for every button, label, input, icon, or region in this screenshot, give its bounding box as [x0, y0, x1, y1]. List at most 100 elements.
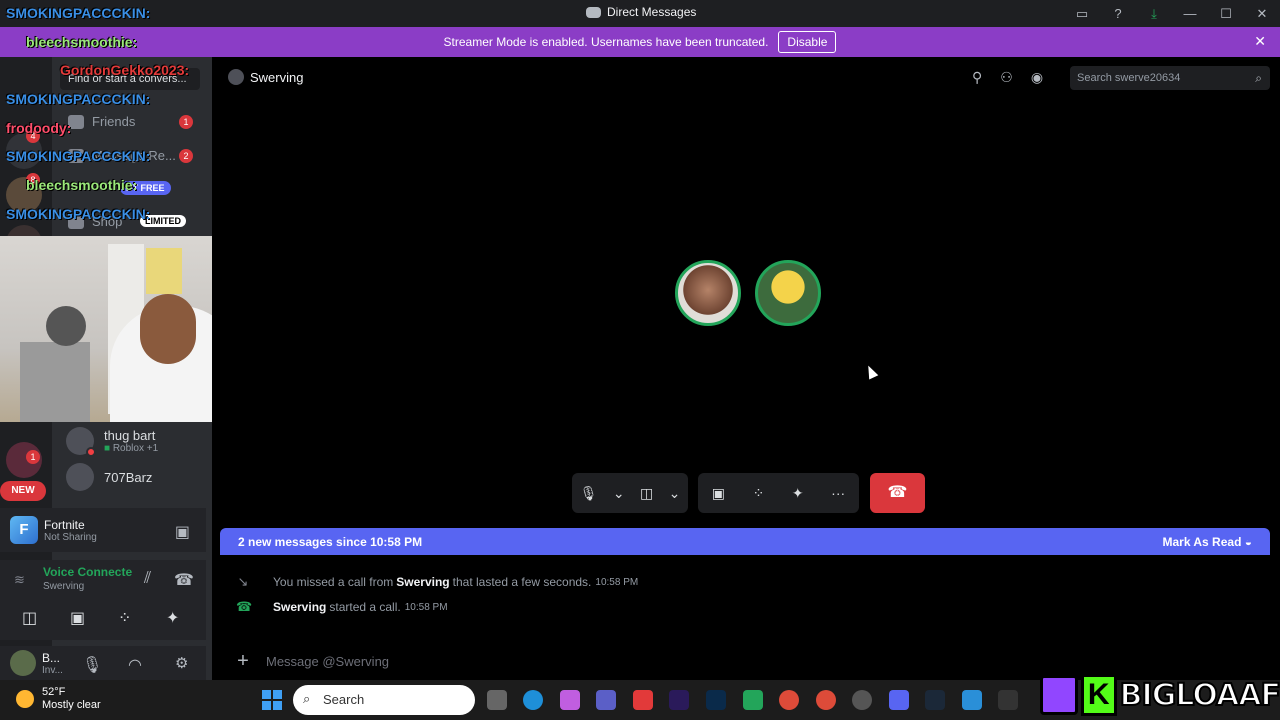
- microphone-icon[interactable]: 🎙︎: [580, 485, 598, 502]
- chevron-down-icon[interactable]: ⌄: [669, 485, 681, 502]
- noise-suppression-icon[interactable]: ⫽: [144, 570, 151, 588]
- call-controls-extra: ▣ ⁘ ✦ ···: [698, 473, 859, 513]
- dm-search-input[interactable]: Search swerve20634 ⌕: [1070, 66, 1270, 90]
- disable-streamer-mode-button[interactable]: Disable: [778, 31, 837, 53]
- share-screen-icon[interactable]: ▣: [175, 522, 190, 542]
- message-input[interactable]: [266, 653, 866, 669]
- weather-icon: [16, 690, 34, 708]
- search-icon: ⌕: [1255, 71, 1262, 85]
- stream-brand-name: BIGLOAAF: [1119, 677, 1280, 714]
- weather-widget[interactable]: 52°F Mostly clear: [16, 686, 101, 712]
- premiere-icon[interactable]: [669, 690, 689, 710]
- search-icon: ⌕: [303, 691, 311, 706]
- activity-game: Fortnite: [44, 517, 85, 532]
- new-messages-text: 2 new messages since 10:58 PM: [238, 534, 423, 549]
- file-explorer-icon[interactable]: [487, 690, 507, 710]
- discord-icon: [586, 6, 601, 18]
- chrome-icon[interactable]: [816, 690, 836, 710]
- settings-gear-icon[interactable]: ⚙: [175, 654, 188, 672]
- soundboard-icon[interactable]: ✦: [166, 608, 179, 628]
- steam-icon[interactable]: [925, 690, 945, 710]
- camera-off-icon[interactable]: ◫: [640, 485, 653, 502]
- close-window-button[interactable]: ✕: [1244, 6, 1280, 22]
- avatar[interactable]: [10, 650, 36, 676]
- app-icon[interactable]: [743, 690, 763, 710]
- disconnect-icon[interactable]: ☎: [174, 570, 194, 590]
- camera-off-icon[interactable]: ◫: [22, 608, 37, 628]
- message-timestamp: 10:58 PM: [595, 576, 639, 588]
- message-author[interactable]: Swerving: [273, 600, 326, 614]
- message-text: started a call.: [329, 600, 401, 614]
- gamepad-icon: ■: [104, 443, 113, 454]
- fortnite-icon: F: [10, 516, 38, 544]
- taskbar-search-label: Search: [323, 692, 365, 707]
- fortnite-icon[interactable]: [962, 690, 982, 710]
- add-friends-icon[interactable]: ⚇: [1000, 69, 1013, 86]
- call-participant-avatar[interactable]: [675, 260, 741, 326]
- message-text: that lasted a few seconds.: [452, 575, 592, 589]
- photoshop-icon[interactable]: [706, 690, 726, 710]
- avatar: [66, 427, 96, 457]
- message-author[interactable]: Swerving: [396, 575, 449, 589]
- help-icon[interactable]: ?: [1100, 6, 1136, 21]
- edge-icon[interactable]: [523, 690, 543, 710]
- screen-share-icon[interactable]: ▣: [70, 608, 85, 628]
- dm-item[interactable]: 707Barz: [66, 463, 152, 491]
- signal-icon[interactable]: ≋: [14, 572, 25, 588]
- windows-start-icon[interactable]: [262, 690, 282, 710]
- copilot-icon[interactable]: [560, 690, 580, 710]
- dm-header-name[interactable]: Swerving: [250, 70, 303, 85]
- teams-icon[interactable]: [596, 690, 616, 710]
- overlay-chat-name: SMOKINGPACCCKIN:: [6, 148, 151, 164]
- mark-as-read-button[interactable]: Mark As Read ◒: [1162, 535, 1252, 549]
- microphone-icon[interactable]: 🎙︎: [82, 655, 102, 675]
- title-bar: Direct Messages ▭ ? ⤓ — ☐ ✕: [0, 0, 1280, 27]
- chevron-down-icon[interactable]: ⌄: [613, 485, 625, 502]
- discord-icon[interactable]: [889, 690, 909, 710]
- new-pill[interactable]: NEW: [0, 481, 46, 501]
- voice-channel-name[interactable]: Swerving: [43, 581, 84, 592]
- app-icon[interactable]: [852, 690, 872, 710]
- activities-icon[interactable]: ⁘: [753, 485, 765, 502]
- mark-as-read-label: Mark As Read: [1162, 534, 1242, 549]
- sidebar-item-friends[interactable]: Friends: [68, 114, 135, 129]
- user-profile-icon[interactable]: ◉: [1031, 69, 1043, 86]
- mark-read-icon: ◒: [1244, 534, 1252, 549]
- epic-games-icon[interactable]: [998, 690, 1018, 710]
- taskbar-search[interactable]: ⌕ Search: [293, 685, 475, 715]
- dm-item[interactable]: thug bart ■ Roblox +1: [66, 427, 159, 457]
- webcam-poster: [146, 248, 182, 294]
- voice-panel: ≋ Voice Connecte Swerving ⫽ ☎ ◫ ▣ ⁘ ✦: [0, 560, 206, 640]
- chrome-icon[interactable]: [779, 690, 799, 710]
- window-title-text: Direct Messages: [607, 5, 697, 19]
- screen-share-icon[interactable]: ▣: [712, 485, 725, 502]
- twitch-icon: [1040, 675, 1078, 715]
- inbox-icon[interactable]: ▭: [1064, 6, 1100, 22]
- user-name: B...: [42, 650, 61, 665]
- dm-activity-text: Roblox +1: [112, 443, 159, 454]
- soundboard-icon[interactable]: ✦: [792, 485, 804, 502]
- avatar: [228, 69, 244, 85]
- close-banner-icon[interactable]: ✕: [1254, 33, 1266, 50]
- overlay-chat-name: SMOKINGPACCCKIN:: [6, 206, 151, 222]
- overlay-chat-name: SMOKINGPACCCKIN:: [6, 5, 151, 21]
- add-attachment-icon[interactable]: +: [220, 650, 266, 673]
- minimize-button[interactable]: —: [1172, 6, 1208, 21]
- dnd-status-icon: [86, 447, 96, 457]
- dm-name: 707Barz: [104, 469, 153, 485]
- download-icon[interactable]: ⤓: [1136, 6, 1172, 22]
- disconnect-call-button[interactable]: ☎: [870, 473, 925, 513]
- pin-icon[interactable]: ⚲: [972, 69, 982, 86]
- webcam-shelf: [20, 342, 90, 422]
- weather-condition: Mostly clear: [42, 699, 101, 711]
- activity-status: Not Sharing: [44, 531, 97, 543]
- maximize-button[interactable]: ☐: [1208, 6, 1244, 22]
- streamer-mode-banner: Streamer Mode is enabled. Usernames have…: [0, 27, 1280, 57]
- more-options-icon[interactable]: ···: [831, 485, 845, 501]
- headphones-icon[interactable]: ◠: [128, 655, 142, 675]
- stream-brand-overlay: K BIGLOAAF: [1040, 670, 1280, 720]
- call-participant-avatar[interactable]: [755, 260, 821, 326]
- app-icon[interactable]: [633, 690, 653, 710]
- activities-icon[interactable]: ⁘: [118, 608, 131, 628]
- new-messages-bar[interactable]: 2 new messages since 10:58 PM Mark As Re…: [220, 528, 1270, 555]
